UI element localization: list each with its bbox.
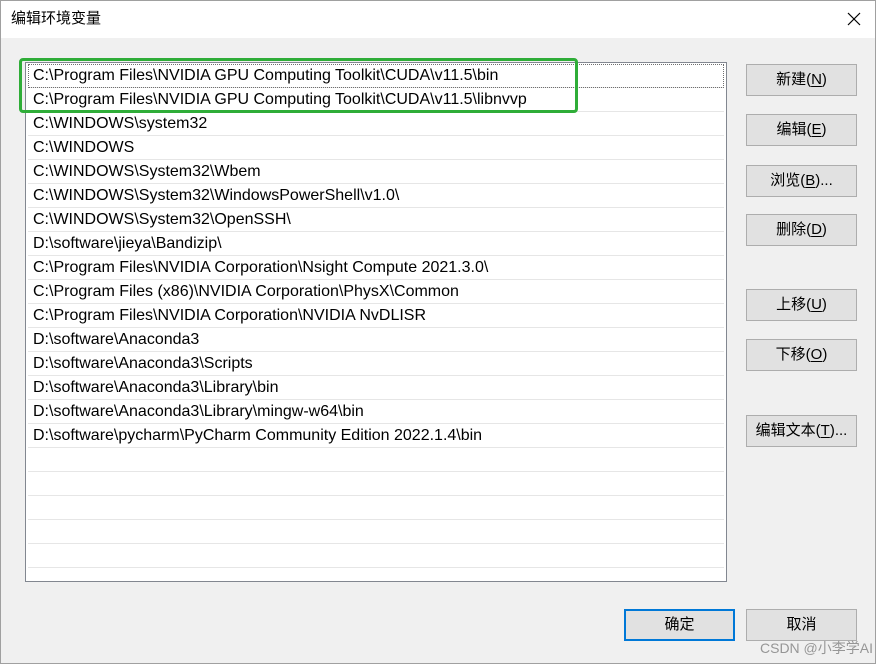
list-item[interactable]: C:\Program Files\NVIDIA Corporation\NVID…: [28, 304, 724, 328]
list-item-empty: [28, 448, 724, 472]
path-list[interactable]: C:\Program Files\NVIDIA GPU Computing To…: [25, 62, 727, 582]
edit-text-button[interactable]: 编辑文本(T)...: [746, 415, 857, 447]
list-item[interactable]: D:\software\Anaconda3\Library\mingw-w64\…: [28, 400, 724, 424]
ok-button[interactable]: 确定: [624, 609, 735, 641]
new-button[interactable]: 新建(N): [746, 64, 857, 96]
cancel-button[interactable]: 取消: [746, 609, 857, 641]
list-item[interactable]: C:\Program Files\NVIDIA GPU Computing To…: [28, 88, 724, 112]
list-item[interactable]: D:\software\Anaconda3: [28, 328, 724, 352]
list-item[interactable]: C:\Program Files\NVIDIA GPU Computing To…: [28, 64, 724, 88]
list-item[interactable]: C:\WINDOWS\System32\WindowsPowerShell\v1…: [28, 184, 724, 208]
list-item-empty: [28, 568, 724, 581]
list-item-empty: [28, 472, 724, 496]
edit-button[interactable]: 编辑(E): [746, 114, 857, 146]
list-item-empty: [28, 544, 724, 568]
title-bar: 编辑环境变量: [0, 0, 876, 38]
list-item[interactable]: C:\WINDOWS\System32\OpenSSH\: [28, 208, 724, 232]
delete-button[interactable]: 删除(D): [746, 214, 857, 246]
close-icon: [847, 12, 861, 26]
list-item[interactable]: C:\WINDOWS\system32: [28, 112, 724, 136]
list-item[interactable]: C:\Program Files (x86)\NVIDIA Corporatio…: [28, 280, 724, 304]
dialog-title: 编辑环境变量: [11, 10, 102, 27]
move-up-button[interactable]: 上移(U): [746, 289, 857, 321]
list-item[interactable]: C:\WINDOWS\System32\Wbem: [28, 160, 724, 184]
edit-env-var-dialog: 编辑环境变量 C:\Program Files\NVIDIA GPU Compu…: [0, 0, 876, 664]
list-item[interactable]: D:\software\jieya\Bandizip\: [28, 232, 724, 256]
close-button[interactable]: [831, 0, 876, 38]
list-item-empty: [28, 496, 724, 520]
list-item[interactable]: C:\WINDOWS: [28, 136, 724, 160]
list-item[interactable]: D:\software\pycharm\PyCharm Community Ed…: [28, 424, 724, 448]
move-down-button[interactable]: 下移(O): [746, 339, 857, 371]
list-item[interactable]: D:\software\Anaconda3\Library\bin: [28, 376, 724, 400]
list-item-empty: [28, 520, 724, 544]
browse-button[interactable]: 浏览(B)...: [746, 165, 857, 197]
list-item[interactable]: C:\Program Files\NVIDIA Corporation\Nsig…: [28, 256, 724, 280]
watermark: CSDN @小李学AI: [760, 640, 873, 656]
list-item[interactable]: D:\software\Anaconda3\Scripts: [28, 352, 724, 376]
